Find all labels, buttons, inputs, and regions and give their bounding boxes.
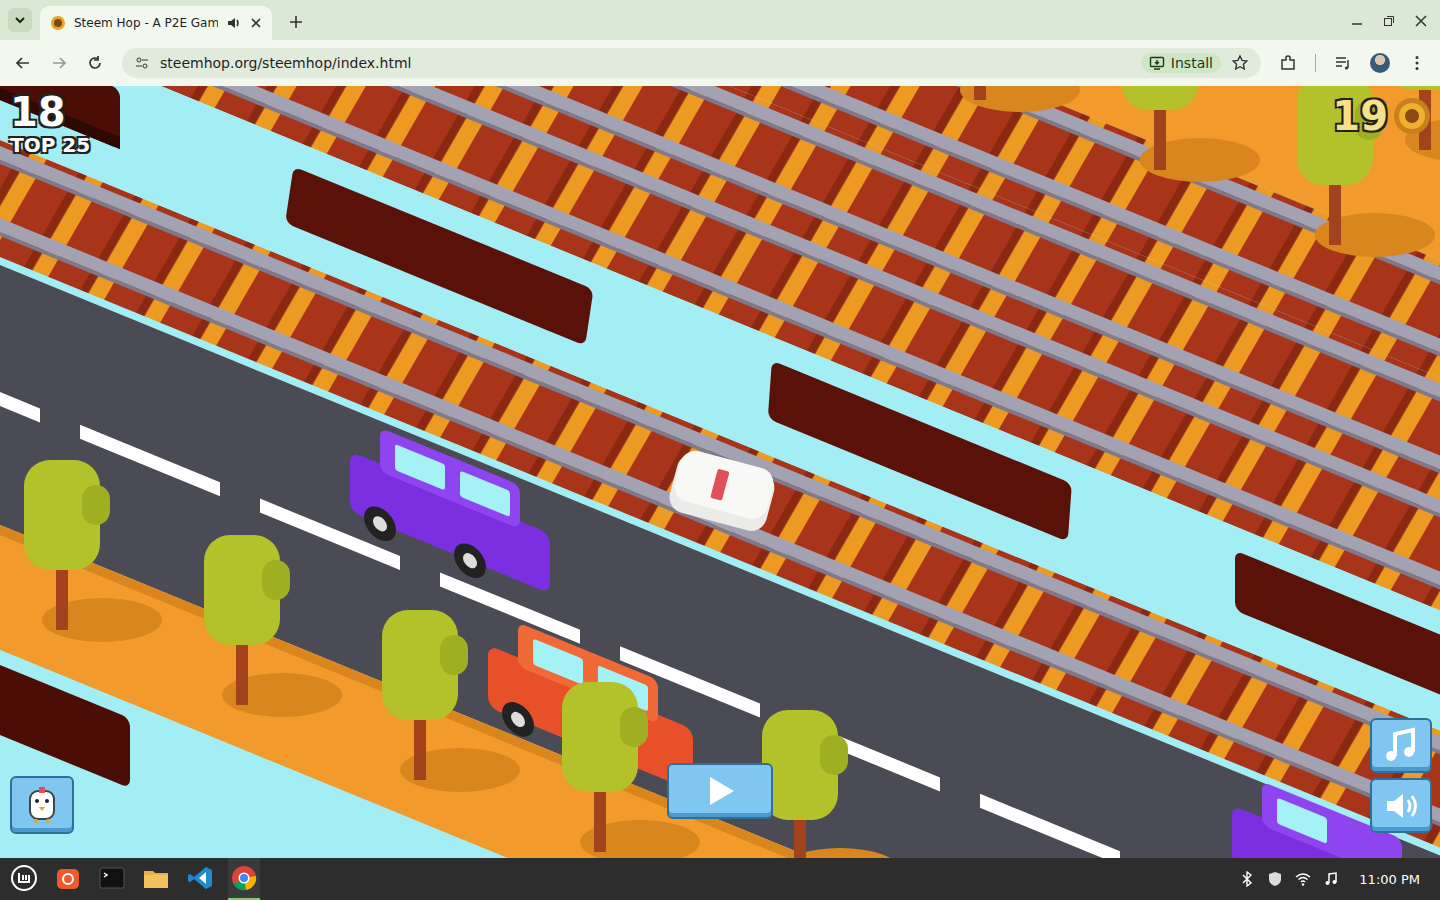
browser-toolbar: steemhop.org/steemhop/index.html Install xyxy=(0,40,1440,86)
browser-tab[interactable]: Steem Hop - A P2E Game xyxy=(40,6,272,40)
desktop: Steem Hop - A P2E Game steemhop.org/stee… xyxy=(0,0,1440,900)
taskbar-app[interactable] xyxy=(52,858,84,900)
chicken-player xyxy=(666,447,779,535)
coin-count: 19 xyxy=(1332,94,1388,138)
taskbar-app[interactable] xyxy=(96,858,128,900)
audio-icon[interactable] xyxy=(1323,871,1339,887)
tree xyxy=(382,610,520,792)
play-icon xyxy=(702,773,738,809)
coin-icon xyxy=(1392,96,1432,136)
road-dash xyxy=(260,499,400,570)
minimize-icon[interactable] xyxy=(1350,14,1364,28)
tree xyxy=(1297,86,1435,257)
purple-car xyxy=(1232,769,1440,858)
terminal-icon xyxy=(98,864,126,892)
purple-car xyxy=(350,416,550,610)
taskbar-app[interactable] xyxy=(228,858,260,900)
top-rank: TOP 25 xyxy=(10,134,90,156)
music-note-icon xyxy=(1381,726,1421,766)
score-panel: 18 TOP 25 xyxy=(10,90,90,156)
folder-icon xyxy=(142,864,170,892)
tree xyxy=(1122,86,1260,182)
extensions-icon[interactable] xyxy=(1279,54,1297,72)
clock[interactable]: 11:00 PM xyxy=(1359,872,1420,887)
media-control-icon[interactable] xyxy=(1334,54,1352,72)
road-dash xyxy=(0,351,40,422)
road-dash xyxy=(80,425,220,496)
log xyxy=(0,624,130,788)
forward-icon[interactable] xyxy=(50,54,68,72)
taskbar-app[interactable] xyxy=(8,858,40,900)
address-bar[interactable]: steemhop.org/steemhop/index.html Install xyxy=(122,48,1261,78)
tree xyxy=(204,535,342,717)
site-info-icon[interactable] xyxy=(134,55,150,71)
shield-icon[interactable] xyxy=(1267,871,1283,887)
install-label: Install xyxy=(1171,55,1213,71)
game-canvas[interactable]: 18 TOP 25 19 xyxy=(0,86,1440,858)
tree xyxy=(24,460,162,642)
music-toggle-button[interactable] xyxy=(1370,718,1432,773)
install-app-icon xyxy=(1149,55,1165,71)
orange-car xyxy=(488,610,693,807)
system-tray: 11:00 PM xyxy=(1239,871,1432,887)
url-text: steemhop.org/steemhop/index.html xyxy=(160,55,1131,71)
install-button[interactable]: Install xyxy=(1141,53,1221,73)
reload-icon[interactable] xyxy=(86,54,104,72)
tree xyxy=(762,710,900,858)
profile-avatar[interactable] xyxy=(1370,53,1390,73)
sound-toggle-button[interactable] xyxy=(1370,778,1432,833)
character-select-button[interactable] xyxy=(10,776,74,834)
log xyxy=(1235,550,1440,733)
vscode-icon xyxy=(186,864,214,892)
tab-strip: Steem Hop - A P2E Game xyxy=(0,0,1440,40)
taskbar: 11:00 PM xyxy=(0,858,1440,900)
road-dash xyxy=(980,794,1120,858)
log xyxy=(285,163,593,349)
taskbar-app[interactable] xyxy=(140,858,172,900)
chevron-down-icon xyxy=(14,14,26,26)
river-lane xyxy=(0,609,1440,858)
log xyxy=(768,359,1072,544)
tab-title: Steem Hop - A P2E Game xyxy=(74,16,218,30)
chrome-icon xyxy=(230,864,258,892)
lion-favicon-icon xyxy=(50,15,66,31)
close-icon[interactable] xyxy=(250,17,262,29)
tree xyxy=(1387,86,1440,162)
bluetooth-icon[interactable] xyxy=(1239,871,1255,887)
coin-counter: 19 xyxy=(1332,94,1432,138)
road-dash xyxy=(440,572,580,643)
speaker-icon xyxy=(1381,786,1421,826)
software-manager-icon xyxy=(54,864,82,892)
plus-icon[interactable] xyxy=(288,14,304,30)
back-icon[interactable] xyxy=(14,54,32,72)
close-window-icon[interactable] xyxy=(1414,14,1428,28)
speaker-icon[interactable] xyxy=(226,15,242,31)
play-button[interactable] xyxy=(667,763,773,819)
window-controls xyxy=(1350,14,1432,28)
tree xyxy=(942,86,1080,112)
bookmark-star-icon[interactable] xyxy=(1231,54,1249,72)
toolbar-divider xyxy=(1315,54,1316,72)
wifi-icon[interactable] xyxy=(1295,871,1311,887)
tab-search-button[interactable] xyxy=(8,8,32,32)
game-scene xyxy=(0,86,1440,858)
restore-icon[interactable] xyxy=(1382,14,1396,28)
chicken-icon xyxy=(20,783,64,827)
kebab-menu-icon[interactable] xyxy=(1408,54,1426,72)
score: 18 xyxy=(10,90,90,134)
mint-menu-icon xyxy=(10,864,38,892)
taskbar-app[interactable] xyxy=(184,858,216,900)
